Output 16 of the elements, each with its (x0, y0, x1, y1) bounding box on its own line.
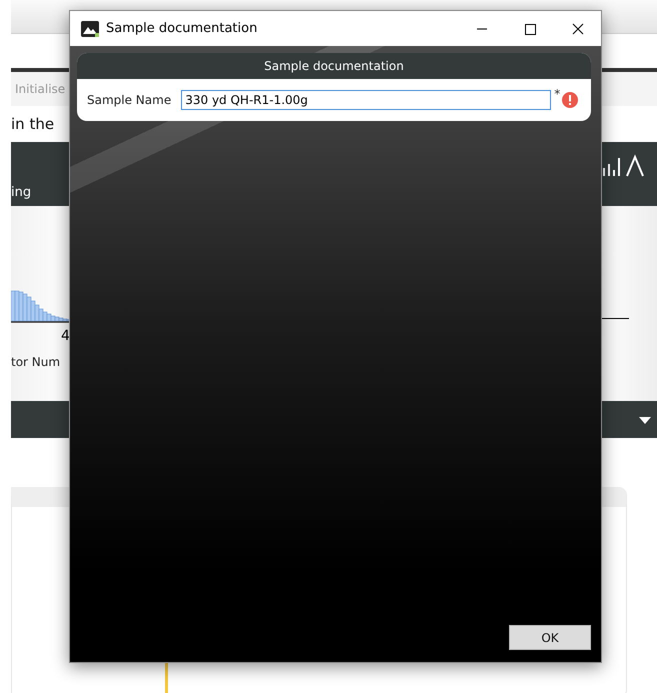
window-title: Sample documentation (106, 21, 258, 36)
required-mark: * (554, 87, 560, 101)
axis-tick: 4 (61, 328, 70, 344)
chart-type-icon[interactable] (603, 154, 647, 178)
field-label: Sample Name (87, 93, 172, 107)
dropdown-arrow-icon[interactable] (639, 417, 651, 425)
ok-button[interactable]: OK (509, 625, 591, 650)
section-title: ing (11, 185, 32, 200)
axis-line (601, 318, 629, 319)
input-field[interactable]: 330 yd QH-R1-1.00g (181, 90, 552, 110)
instruction-text: in the (11, 115, 54, 133)
axis-label: tor Num (11, 355, 60, 369)
mountain-icon (81, 20, 99, 36)
panel-title: Sample documentation (264, 59, 404, 73)
marker-line (165, 660, 168, 693)
histogram-drawing (11, 289, 71, 323)
